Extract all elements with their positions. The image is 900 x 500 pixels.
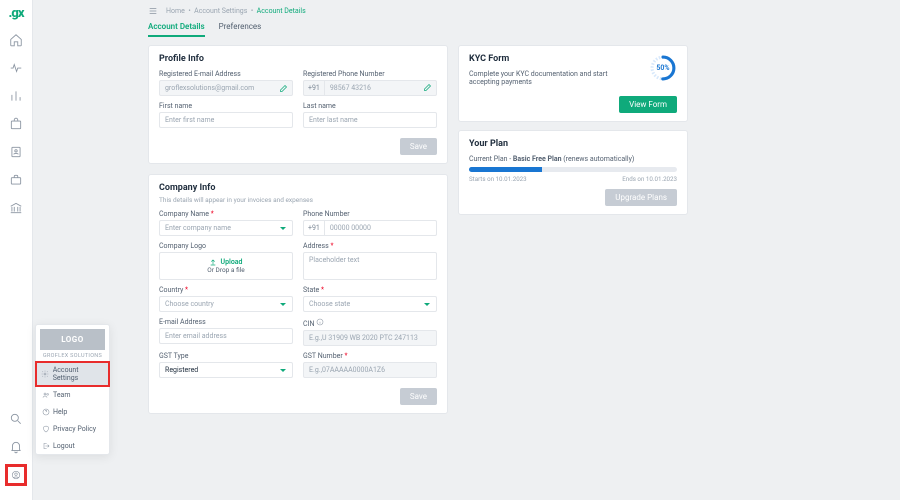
users-icon <box>41 390 50 399</box>
profile-save-button[interactable]: Save <box>400 138 437 155</box>
menu-logout[interactable]: Logout <box>36 437 109 454</box>
help-icon <box>41 407 50 416</box>
product-icon[interactable] <box>7 115 25 133</box>
plan-dates: Starts on 10.01.2023 Ends on 10.01.2023 <box>469 175 677 183</box>
menu-account-settings[interactable]: Account Settings <box>36 362 109 386</box>
crumb-settings[interactable]: Account Settings <box>194 7 247 15</box>
tab-account-details[interactable]: Account Details <box>148 22 205 37</box>
upgrade-button[interactable]: Upgrade Plans <box>605 189 677 206</box>
company-email-label: E-mail Address <box>159 318 293 326</box>
kyc-desc: Complete your KYC documentation and star… <box>469 70 619 86</box>
company-email-input[interactable]: Enter email address <box>159 328 293 344</box>
profile-card: Profile Info Registered E-mail Address g… <box>148 45 448 164</box>
briefcase-icon[interactable] <box>7 171 25 189</box>
plan-title: Your Plan <box>469 139 677 149</box>
gst-number-input[interactable]: E.g.,07AAAAA0000A1Z6 <box>303 362 437 378</box>
info-icon[interactable] <box>316 320 324 328</box>
country-select[interactable]: Choose country <box>159 296 293 312</box>
user-menu: LOGO GROFLEX SOLUTIONS Account Settings … <box>35 324 110 455</box>
company-card: Company Info This details will appear in… <box>148 174 448 414</box>
menu-account-settings-label: Account Settings <box>53 366 104 382</box>
edit-icon[interactable] <box>279 84 288 95</box>
gst-number-label: GST Number <box>303 352 437 360</box>
kyc-title: KYC Form <box>469 54 677 64</box>
company-name-label: Company Name <box>159 210 293 218</box>
company-subtitle: This details will appear in your invoice… <box>159 196 437 204</box>
cin-input[interactable]: E.g.,U 31909 WB 2020 PTC 247113 <box>303 330 437 346</box>
last-name-label: Last name <box>303 102 437 110</box>
breadcrumb: Home • Account Settings • Account Detail… <box>166 7 306 15</box>
menu-logout-label: Logout <box>53 442 75 450</box>
profile-title: Profile Info <box>159 54 437 64</box>
tabs: Account Details Preferences <box>148 22 890 37</box>
logo[interactable]: .gx <box>9 6 24 21</box>
menu-team[interactable]: Team <box>36 386 109 403</box>
home-icon[interactable] <box>7 31 25 49</box>
menu-privacy[interactable]: Privacy Policy <box>36 420 109 437</box>
logo-label: Company Logo <box>159 242 293 250</box>
bank-icon[interactable] <box>7 199 25 217</box>
nav-rail: .gx <box>0 0 33 500</box>
email-input: groflexsolutions@gmail.com <box>159 80 293 96</box>
menu-team-label: Team <box>53 391 71 399</box>
pulse-icon[interactable] <box>7 59 25 77</box>
state-select[interactable]: Choose state <box>303 296 437 312</box>
menu-help[interactable]: Help <box>36 403 109 420</box>
crumb-current: Account Details <box>257 7 306 15</box>
cin-label: CIN <box>303 318 437 328</box>
kyc-view-button[interactable]: View Form <box>619 96 677 113</box>
contacts-icon[interactable] <box>7 143 25 161</box>
last-name-input[interactable]: Enter last name <box>303 112 437 128</box>
company-name-input[interactable]: Enter company name <box>159 220 293 236</box>
tab-preferences[interactable]: Preferences <box>219 22 262 37</box>
phone-input: +91 98567 43216 <box>303 80 437 96</box>
address-input[interactable]: Placeholder text <box>303 252 437 280</box>
company-save-button[interactable]: Save <box>400 388 437 405</box>
crumb-home[interactable]: Home <box>166 7 185 15</box>
main-content: Home • Account Settings • Account Detail… <box>33 0 900 500</box>
phone-label: Registered Phone Number <box>303 70 437 78</box>
menu-help-label: Help <box>53 408 67 416</box>
kyc-progress-dial: 50% <box>649 54 677 82</box>
first-name-label: First name <box>159 102 293 110</box>
menu-privacy-label: Privacy Policy <box>53 425 96 433</box>
company-title: Company Info <box>159 183 437 193</box>
first-name-input[interactable]: Enter first name <box>159 112 293 128</box>
state-label: State <box>303 286 437 294</box>
gst-type-label: GST Type <box>159 352 293 360</box>
plan-card: Your Plan Current Plan - Basic Free Plan… <box>458 130 688 215</box>
logo-upload[interactable]: Upload Or Drop a file <box>159 252 293 280</box>
gear-icon <box>41 370 50 379</box>
address-label: Address <box>303 242 437 250</box>
user-menu-company: GROFLEX SOLUTIONS <box>36 353 109 359</box>
bell-icon[interactable] <box>7 438 25 456</box>
email-label: Registered E-mail Address <box>159 70 293 78</box>
edit-icon[interactable] <box>423 83 432 94</box>
gst-type-select[interactable]: Registered <box>159 362 293 378</box>
user-icon[interactable] <box>7 466 25 484</box>
user-menu-logo: LOGO <box>40 329 105 350</box>
country-label: Country <box>159 286 293 294</box>
search-icon[interactable] <box>7 410 25 428</box>
plan-progress <box>469 167 677 172</box>
top-bar: Home • Account Settings • Account Detail… <box>148 6 890 16</box>
company-phone-label: Phone Number <box>303 210 437 218</box>
logout-icon <box>41 441 50 450</box>
analytics-icon[interactable] <box>7 87 25 105</box>
hamburger-icon[interactable] <box>148 6 158 16</box>
kyc-card: KYC Form Complete your KYC documentation… <box>458 45 688 122</box>
shield-icon <box>41 424 50 433</box>
company-phone-input[interactable]: +91 00000 00000 <box>303 220 437 236</box>
